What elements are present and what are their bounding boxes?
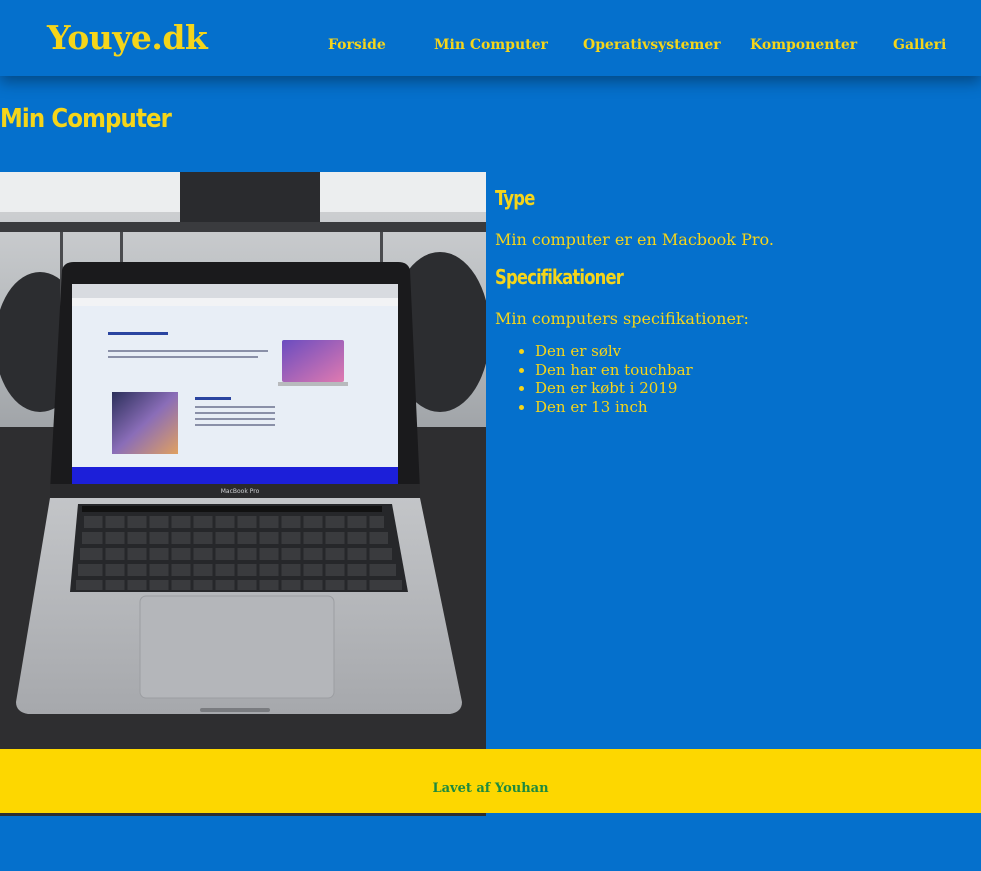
nav-item-komponenter[interactable]: Komponenter bbox=[750, 37, 857, 53]
specs-heading: Specifikationer bbox=[495, 265, 624, 289]
footer-credit: Lavet af Youhan bbox=[432, 781, 549, 796]
computer-info: Type Min computer er en Macbook Pro. Spe… bbox=[495, 186, 965, 416]
specs-intro: Min computers specifikationer: bbox=[495, 309, 749, 328]
site-footer: Lavet af Youhan bbox=[0, 749, 981, 813]
specs-list-item: Den er sølv bbox=[535, 342, 965, 361]
type-heading: Type bbox=[495, 186, 535, 210]
type-text: Min computer er en Macbook Pro. bbox=[495, 230, 774, 249]
nav-item-galleri[interactable]: Galleri bbox=[893, 37, 946, 53]
nav-item-forside[interactable]: Forside bbox=[328, 37, 386, 53]
specs-list-item: Den er købt i 2019 bbox=[535, 379, 965, 398]
site-logo[interactable]: Youye.dk bbox=[47, 18, 208, 57]
specs-list-item: Den har en touchbar bbox=[535, 361, 965, 380]
macbook-label: MacBook Pro bbox=[221, 488, 260, 495]
specs-list: Den er sølv Den har en touchbar Den er k… bbox=[495, 342, 965, 416]
site-header: Youye.dk Forside Min Computer Operativsy… bbox=[0, 0, 981, 76]
page-title: Min Computer bbox=[0, 104, 172, 134]
nav-item-min-computer[interactable]: Min Computer bbox=[434, 37, 548, 53]
laptop-photo: MacBook Pro bbox=[0, 172, 486, 816]
nav-item-operativsystemer[interactable]: Operativsystemer bbox=[583, 37, 721, 53]
specs-list-item: Den er 13 inch bbox=[535, 398, 965, 417]
